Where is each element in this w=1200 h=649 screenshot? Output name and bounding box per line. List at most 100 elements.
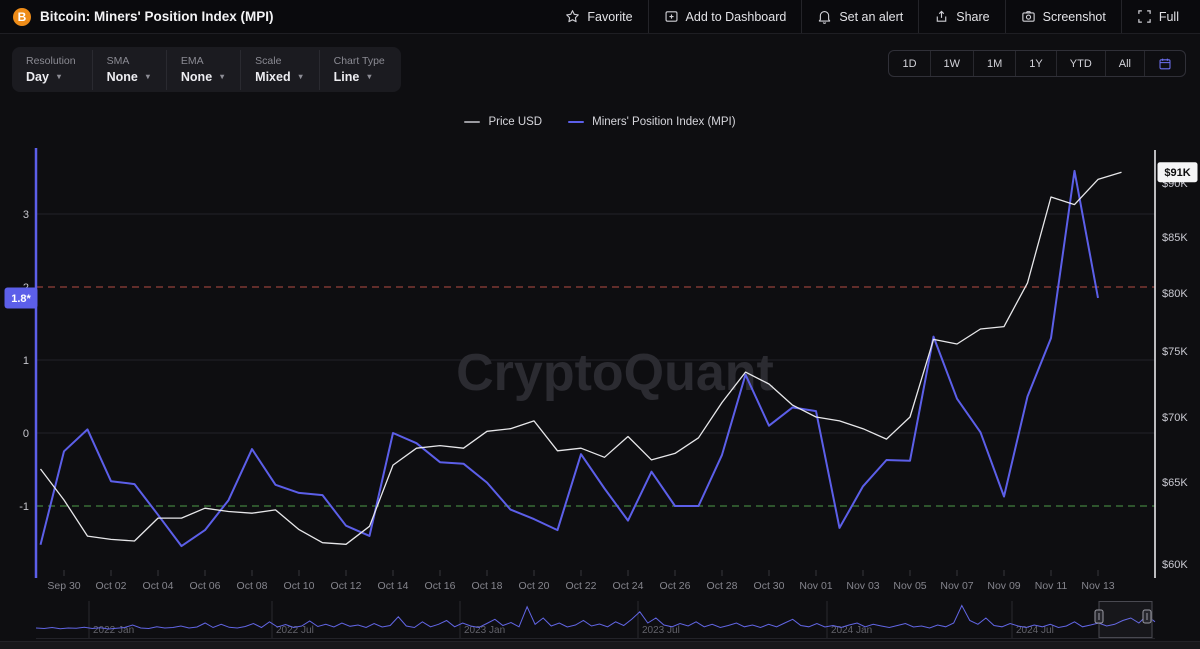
dropdown-value: Line ▾	[334, 70, 385, 84]
left-axis-label: 0	[23, 428, 29, 440]
range-selector: 1D1W1M1YYTDAll	[888, 50, 1186, 77]
dropdown-label: SMA	[107, 55, 150, 67]
x-axis-label: Nov 07	[940, 580, 973, 592]
dropdown-value-text: None	[181, 70, 212, 84]
dropdown-scale[interactable]: Scale Mixed ▾	[240, 50, 318, 90]
dropdown-label: EMA	[181, 55, 224, 67]
left-axis-label: 1	[23, 355, 29, 367]
x-axis-label: Oct 30	[754, 580, 785, 592]
right-axis-label: $85K	[1162, 232, 1188, 244]
legend-swatch	[568, 121, 584, 123]
action-share[interactable]: Share	[918, 0, 1004, 33]
range-1d[interactable]: 1D	[889, 51, 929, 76]
action-label: Add to Dashboard	[686, 10, 787, 24]
left-axis-label: 3	[23, 209, 29, 221]
range-1y[interactable]: 1Y	[1015, 51, 1055, 76]
dropdown-ema[interactable]: EMA None ▾	[166, 50, 240, 90]
fullscreen-icon	[1137, 9, 1152, 24]
calendar-icon	[1158, 57, 1172, 71]
chart-toolbar: Resolution Day ▾ SMA None ▾ EMA None ▾ Scale Mixed…	[0, 34, 1200, 92]
dropdown-value-text: None	[107, 70, 138, 84]
x-axis-label: Oct 16	[425, 580, 456, 592]
share-icon	[934, 9, 949, 24]
bitcoin-icon: B	[13, 8, 31, 26]
action-label: Set an alert	[839, 10, 903, 24]
dropdown-label: Chart Type	[334, 55, 385, 67]
x-axis-label: Nov 01	[799, 580, 832, 592]
x-axis-label: Nov 09	[987, 580, 1020, 592]
left-axis-label: -1	[19, 501, 29, 513]
dropdown-value-text: Day	[26, 70, 49, 84]
x-axis-label: Oct 02	[96, 580, 127, 592]
star-icon	[565, 9, 580, 24]
dropdown-value: None ▾	[107, 70, 150, 84]
horizontal-scrollbar[interactable]	[0, 641, 1200, 649]
legend-label: Miners' Position Index (MPI)	[592, 116, 735, 128]
action-screenshot[interactable]: Screenshot	[1005, 0, 1121, 33]
chart-region: Price USD Miners' Position Index (MPI) Cr…	[0, 92, 1200, 649]
chevron-down-icon: ▾	[146, 73, 150, 81]
range-ytd[interactable]: YTD	[1056, 51, 1105, 76]
dropdown-label: Scale	[255, 55, 302, 67]
x-axis-label: Nov 03	[846, 580, 879, 592]
dropdown-label: Resolution	[26, 55, 76, 67]
x-axis-label: Oct 06	[190, 580, 221, 592]
x-axis-label: Oct 20	[519, 580, 550, 592]
chevron-down-icon: ▾	[220, 73, 224, 81]
range-calendar-button[interactable]	[1144, 51, 1185, 76]
x-axis-label: Oct 28	[707, 580, 738, 592]
navigator-sparkline	[36, 606, 1155, 630]
action-label: Screenshot	[1043, 10, 1106, 24]
watermark: CryptoQuant	[456, 344, 774, 402]
legend-item-miners-position-index-mpi[interactable]: Miners' Position Index (MPI)	[568, 116, 735, 128]
x-axis-label: Nov 13	[1081, 580, 1114, 592]
x-axis-label: Oct 24	[613, 580, 644, 592]
navigator-year-label: 2023 Jul	[642, 625, 680, 636]
dropdown-value: Mixed ▾	[255, 70, 302, 84]
dashboard-icon	[664, 9, 679, 24]
dropdown-resolution[interactable]: Resolution Day ▾	[12, 50, 92, 90]
dropdown-value-text: Mixed	[255, 70, 290, 84]
chart-legend: Price USD Miners' Position Index (MPI)	[0, 116, 1200, 128]
right-axis-label: $65K	[1162, 477, 1188, 489]
dropdown-value-text: Line	[334, 70, 360, 84]
legend-label: Price USD	[488, 116, 542, 128]
price-last-value-text: $91K	[1164, 167, 1190, 179]
dropdown-sma[interactable]: SMA None ▾	[92, 50, 166, 90]
x-axis-label: Oct 10	[284, 580, 315, 592]
chevron-down-icon: ▾	[57, 73, 61, 81]
x-axis-label: Oct 22	[566, 580, 597, 592]
camera-icon	[1021, 9, 1036, 24]
page-title: Bitcoin: Miners' Position Index (MPI)	[40, 9, 273, 24]
right-axis-label: $80K	[1162, 288, 1188, 300]
x-axis-label: Oct 18	[472, 580, 503, 592]
legend-item-price-usd[interactable]: Price USD	[464, 116, 542, 128]
bell-icon	[817, 9, 832, 24]
main-chart[interactable]: CryptoQuantSep 30Oct 02Oct 04Oct 06Oct 0…	[0, 140, 1200, 600]
app-title-group: B Bitcoin: Miners' Position Index (MPI)	[0, 8, 273, 26]
navigator-year-label: 2023 Jan	[464, 625, 505, 636]
action-favorite[interactable]: Favorite	[550, 0, 647, 33]
dropdown-chart-type[interactable]: Chart Type Line ▾	[319, 50, 401, 90]
chevron-down-icon: ▾	[299, 73, 303, 81]
range-all[interactable]: All	[1105, 51, 1144, 76]
dropdown-value: Day ▾	[26, 70, 76, 84]
action-label: Favorite	[587, 10, 632, 24]
indicator-toolbar: Resolution Day ▾ SMA None ▾ EMA None ▾ Scale Mixed…	[12, 47, 401, 92]
range-1m[interactable]: 1M	[973, 51, 1015, 76]
range-1w[interactable]: 1W	[930, 51, 974, 76]
x-axis-label: Oct 26	[660, 580, 691, 592]
chevron-down-icon: ▾	[367, 73, 371, 81]
action-set-an-alert[interactable]: Set an alert	[801, 0, 918, 33]
x-axis-label: Oct 14	[378, 580, 409, 592]
action-full[interactable]: Full	[1121, 0, 1194, 33]
x-axis-label: Oct 12	[331, 580, 362, 592]
top-actions: Favorite Add to Dashboard Set an alert Shar…	[550, 0, 1200, 33]
action-label: Share	[956, 10, 989, 24]
x-axis-label: Nov 11	[1035, 580, 1068, 592]
top-bar: B Bitcoin: Miners' Position Index (MPI) …	[0, 0, 1200, 34]
action-add-to-dashboard[interactable]: Add to Dashboard	[648, 0, 802, 33]
x-axis-label: Nov 05	[893, 580, 926, 592]
action-label: Full	[1159, 10, 1179, 24]
x-axis-label: Oct 08	[237, 580, 268, 592]
